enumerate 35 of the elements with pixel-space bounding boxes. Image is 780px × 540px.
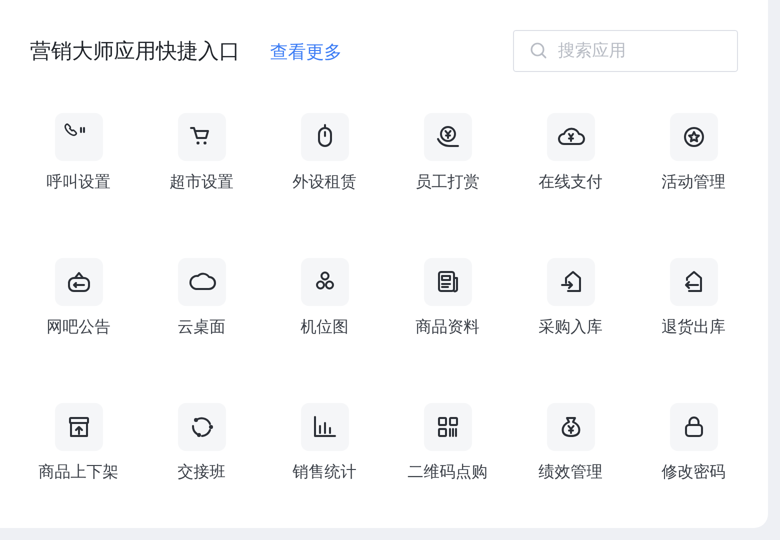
app-shortcut[interactable]: 网吧公告 (46, 258, 110, 339)
cloud-icon (546, 113, 594, 161)
app-shortcut[interactable]: 超市设置 (170, 113, 234, 194)
app-shortcut[interactable]: 商品资料 (416, 258, 480, 339)
app-shortcut[interactable]: 绩效管理 (538, 403, 602, 484)
phone-icon (54, 113, 102, 161)
app-shortcut[interactable]: 活动管理 (662, 113, 726, 194)
app-shortcut[interactable]: 销售统计 (292, 403, 356, 484)
app-shortcut[interactable]: 商品上下架 (38, 403, 118, 484)
document-icon (424, 258, 472, 306)
app-shortcut[interactable]: 呼叫设置 (46, 113, 110, 194)
view-more-link[interactable]: 查看更多 (270, 38, 342, 66)
box-upload-icon (54, 403, 102, 451)
coin-hand-icon (424, 113, 472, 161)
cloud-outline-icon (178, 258, 226, 306)
circle-dots-icon (178, 403, 226, 451)
mouse-icon (300, 113, 348, 161)
qr-code-icon (424, 403, 472, 451)
app-shortcut[interactable]: 二维码点购 (408, 403, 488, 484)
app-shortcut[interactable]: 交接班 (178, 403, 226, 484)
cart-icon (178, 113, 226, 161)
panel-title: 营销大师应用快捷入口 (30, 38, 240, 66)
app-shortcut[interactable]: 员工打赏 (416, 113, 480, 194)
app-shortcut[interactable]: 云桌面 (178, 258, 226, 339)
lock-icon (670, 403, 718, 451)
app-shortcut[interactable]: 外设租赁 (292, 113, 356, 194)
app-shortcut[interactable]: 在线支付 (538, 113, 602, 194)
search-field[interactable]: 搜索应用 (513, 30, 738, 72)
app-shortcut[interactable]: 退货出库 (662, 258, 726, 339)
circles-icon (300, 258, 348, 306)
app-shortcut[interactable]: 采购入库 (538, 258, 602, 339)
app-shortcut[interactable]: 机位图 (300, 258, 348, 339)
money-bag-icon (546, 403, 594, 451)
bar-chart-icon (300, 403, 348, 451)
app-shortcut[interactable]: 修改密码 (662, 403, 726, 484)
